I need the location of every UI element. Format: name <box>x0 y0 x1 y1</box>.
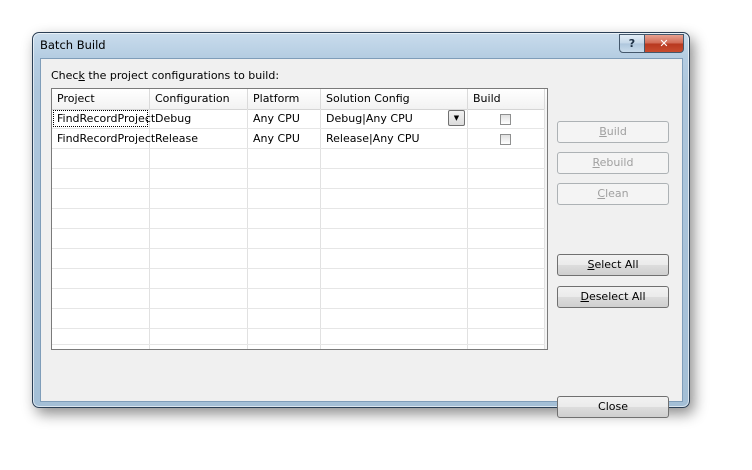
cell-platform[interactable]: Any CPU <box>248 129 320 148</box>
select-all-button-label: elect All <box>594 258 639 271</box>
grid-row-line <box>52 268 547 269</box>
instruction-label: Check the project configurations to buil… <box>51 69 279 82</box>
help-icon[interactable]: ? <box>619 34 645 53</box>
clean-button-accel: C <box>597 187 606 200</box>
cell-platform[interactable]: Any CPU <box>248 109 320 128</box>
title-bar[interactable]: Batch Build ? ✕ <box>33 33 689 57</box>
dialog-body: Check the project configurations to buil… <box>40 58 683 418</box>
build-button-accel: B <box>599 125 607 138</box>
build-button-label: uild <box>606 125 627 138</box>
cell-solution-config[interactable]: Debug|Any CPU <box>321 109 446 128</box>
grid-row-line <box>52 308 547 309</box>
deselect-all-button-accel: D <box>580 290 589 303</box>
grid-row-line <box>52 248 547 249</box>
grid-row-line <box>52 188 547 189</box>
cell-configuration[interactable]: Release <box>150 129 247 148</box>
instruction-label-part: Chec <box>51 69 79 82</box>
batch-build-dialog: Batch Build ? ✕ Check the project config… <box>32 32 690 418</box>
grid-row-line <box>52 328 547 329</box>
grid-row-line <box>52 148 547 149</box>
column-header-platform[interactable]: Platform <box>248 89 321 109</box>
grid-row-line <box>52 288 547 289</box>
configurations-grid[interactable]: Project Configuration Platform Solution … <box>51 88 548 350</box>
cell-configuration[interactable]: Debug <box>150 109 247 128</box>
build-button[interactable]: Build <box>557 121 669 143</box>
column-header-solution-config[interactable]: Solution Config <box>321 89 468 109</box>
grid-row-line <box>52 228 547 229</box>
grid-divider <box>467 109 468 349</box>
grid-header: Project Configuration Platform Solution … <box>52 89 547 110</box>
rebuild-button-label: ebuild <box>599 156 634 169</box>
deselect-all-button-label: eselect All <box>588 290 646 303</box>
close-icon[interactable]: ✕ <box>645 34 684 53</box>
deselect-all-button[interactable]: Deselect All <box>557 286 669 308</box>
grid-row-line <box>52 208 547 209</box>
close-button[interactable]: Close <box>557 396 669 418</box>
column-header-project[interactable]: Project <box>52 89 150 109</box>
caption-buttons: ? ✕ <box>619 34 684 53</box>
clean-button[interactable]: Clean <box>557 183 669 205</box>
chevron-down-icon[interactable]: ▼ <box>448 110 465 126</box>
cell-solution-config[interactable]: Release|Any CPU <box>321 129 467 148</box>
cell-project[interactable]: FindRecordProject <box>52 109 155 128</box>
select-all-button[interactable]: Select All <box>557 254 669 276</box>
grid-edge <box>545 109 547 349</box>
rebuild-button[interactable]: Rebuild <box>557 152 669 174</box>
grid-row-line <box>52 168 547 169</box>
grid-row-line <box>52 344 547 345</box>
window-title: Batch Build <box>40 38 106 52</box>
clean-button-label: lean <box>605 187 629 200</box>
instruction-label-part: the project configurations to build: <box>84 69 280 82</box>
column-header-configuration[interactable]: Configuration <box>150 89 248 109</box>
cell-project[interactable]: FindRecordProject <box>52 129 155 148</box>
column-header-build[interactable]: Build <box>468 89 545 109</box>
build-checkbox[interactable] <box>500 114 511 125</box>
build-checkbox[interactable] <box>500 134 511 145</box>
rebuild-button-accel: R <box>592 156 600 169</box>
